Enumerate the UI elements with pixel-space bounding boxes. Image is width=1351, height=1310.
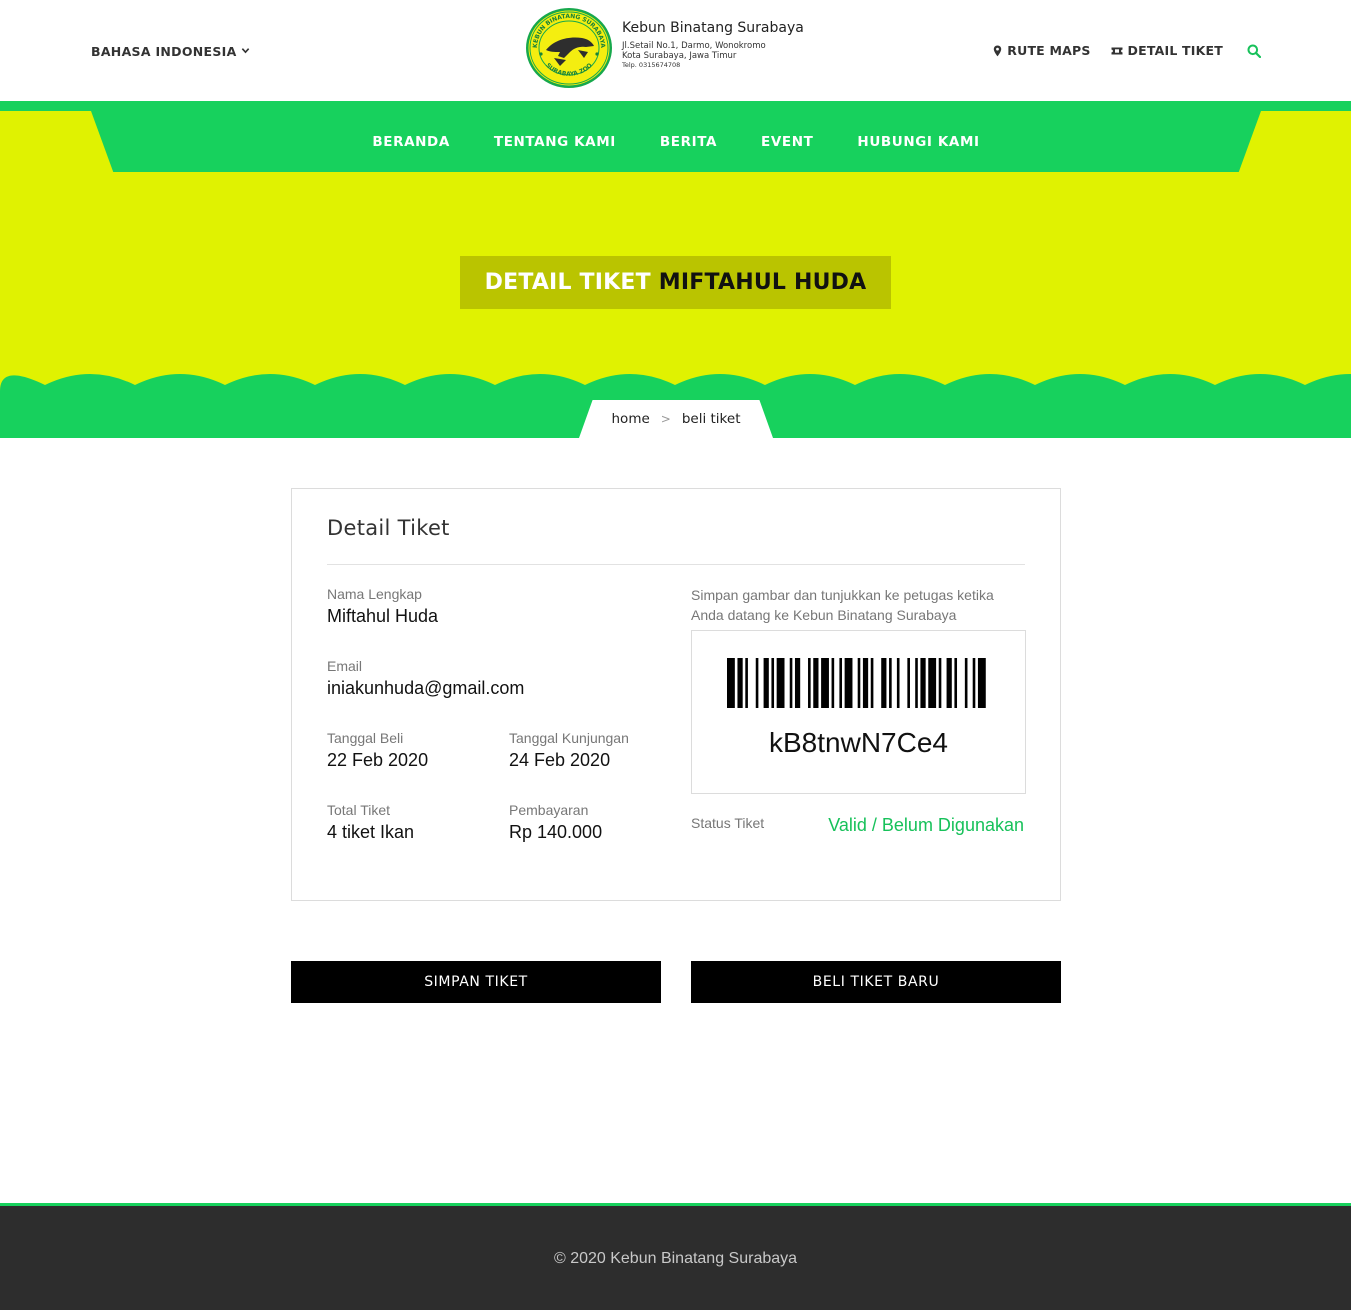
barcode-bar — [839, 658, 843, 708]
payment-label: Pembayaran — [509, 802, 589, 818]
footer-copyright: © 2020 Kebun Binatang Surabaya — [553, 1249, 798, 1267]
status-label: Status Tiket — [691, 815, 765, 831]
ticket-icon — [1111, 47, 1123, 54]
barcode-bar — [821, 658, 829, 708]
logo-address-line1: Jl.Setail No.1, Darmo, Wonokromo — [622, 41, 766, 51]
barcode-bar — [727, 658, 735, 708]
barcode-bar — [938, 658, 942, 708]
barcode-bar — [808, 658, 811, 708]
name-value: Miftahul Huda — [327, 606, 439, 626]
breadcrumb: home > beli tiket — [579, 400, 773, 438]
barcode-bar — [771, 658, 775, 708]
chevron-down-icon — [241, 46, 250, 58]
top-header: BAHASA INDONESIA KEBUN BINATANG SURABAYA… — [0, 0, 1351, 101]
detail-tiket-label: DETAIL TIKET — [1127, 43, 1223, 58]
barcode-image — [727, 658, 986, 708]
buy-new-ticket-button[interactable]: BELI TIKET BARU — [691, 961, 1061, 1003]
logo-address-line2: Kota Surabaya, Jawa Timur — [622, 51, 737, 61]
breadcrumb-current: beli tiket — [681, 411, 741, 427]
barcode-bar — [889, 658, 892, 708]
nav-item-berita[interactable]: BERITA — [660, 134, 717, 150]
field-name: Nama Lengkap Miftahul Huda — [327, 586, 438, 627]
field-visit-date: Tanggal Kunjungan 24 Feb 2020 — [509, 730, 629, 771]
barcode-bar — [776, 658, 785, 708]
email-label: Email — [327, 658, 363, 674]
language-selector[interactable]: BAHASA INDONESIA — [91, 44, 250, 59]
barcode-bar — [844, 658, 853, 708]
barcode-bar — [857, 658, 861, 708]
barcode-bar — [915, 658, 918, 708]
hero-banner: BERANDA TENTANG KAMI BERITA EVENT HUBUNG… — [0, 101, 1351, 438]
barcode-bar — [920, 658, 926, 708]
barcode-bar — [972, 658, 976, 708]
barcode-bar — [862, 658, 869, 708]
page-title-name: MIFTAHUL HUDA — [658, 270, 867, 295]
field-payment: Pembayaran Rp 140.000 — [509, 802, 602, 843]
rute-maps-label: RUTE MAPS — [1007, 43, 1091, 58]
page-title: DETAIL TIKET MIFTAHUL HUDA — [460, 256, 891, 309]
field-purchase-date: Tanggal Beli 22 Feb 2020 — [327, 730, 428, 771]
rute-maps-link[interactable]: RUTE MAPS — [993, 43, 1090, 58]
field-email: Email iniakunhuda@gmail.com — [327, 658, 524, 699]
breadcrumb-separator: > — [660, 412, 671, 426]
purchase-date-value: 22 Feb 2020 — [327, 750, 429, 770]
header-links: RUTE MAPS DETAIL TIKET — [993, 43, 1261, 58]
barcode-bar — [789, 658, 793, 708]
barcode-bar — [907, 658, 910, 708]
barcode-bar — [964, 658, 968, 708]
breadcrumb-home[interactable]: home — [612, 411, 650, 427]
barcode-bar — [977, 658, 986, 708]
name-label: Nama Lengkap — [327, 586, 422, 602]
site-logo[interactable]: KEBUN BINATANG SURABAYA SURABAYA ZOO Keb… — [524, 6, 804, 90]
barcode-bar — [813, 658, 819, 708]
main-nav: BERANDA TENTANG KAMI BERITA EVENT HUBUNG… — [91, 111, 1261, 172]
save-instruction: Simpan gambar dan tunjukkan ke petugas k… — [691, 587, 994, 623]
page-title-prefix: DETAIL TIKET — [484, 270, 651, 295]
barcode-bar — [794, 658, 801, 708]
language-label: BAHASA INDONESIA — [91, 44, 237, 59]
nav-item-beranda[interactable]: BERANDA — [372, 134, 450, 150]
barcode-bar — [745, 658, 748, 708]
nav-item-tentang-kami[interactable]: TENTANG KAMI — [494, 134, 616, 150]
barcode-bar — [870, 658, 874, 708]
barcode-bar — [928, 658, 937, 708]
barcode-bar — [737, 658, 743, 708]
purchase-date-label: Tanggal Beli — [327, 730, 404, 746]
visit-date-value: 24 Feb 2020 — [509, 750, 611, 770]
logo-phone: Telp. 0315674708 — [622, 61, 681, 69]
email-value: iniakunhuda@gmail.com — [327, 678, 525, 698]
zoo-logo-icon: KEBUN BINATANG SURABAYA SURABAYA ZOO — [526, 8, 612, 88]
search-icon[interactable] — [1247, 44, 1261, 58]
barcode-bar — [881, 658, 887, 708]
status-value: Valid / Belum Digunakan — [828, 815, 1024, 835]
payment-value: Rp 140.000 — [509, 822, 603, 842]
card-divider — [327, 564, 1025, 565]
ticket-card: Detail Tiket Nama Lengkap Miftahul Huda … — [291, 488, 1061, 901]
detail-tiket-link[interactable]: DETAIL TIKET — [1111, 43, 1223, 58]
footer: © 2020 Kebun Binatang Surabaya — [0, 1203, 1351, 1310]
barcode-box: kB8tnwN7Ce4 — [691, 630, 1026, 794]
total-label: Total Tiket — [327, 802, 391, 818]
field-total: Total Tiket 4 tiket Ikan — [327, 802, 414, 843]
total-value: 4 tiket Ikan — [327, 822, 415, 842]
nav-item-event[interactable]: EVENT — [761, 134, 813, 150]
nav-item-hubungi-kami[interactable]: HUBUNGI KAMI — [857, 134, 979, 150]
barcode-bar — [831, 658, 835, 708]
barcode-bar — [946, 658, 952, 708]
barcode-bar — [755, 658, 759, 708]
barcode-bar — [896, 658, 900, 708]
visit-date-label: Tanggal Kunjungan — [509, 730, 629, 746]
ticket-code: kB8tnwN7Ce4 — [769, 727, 948, 758]
nav-top-strip — [0, 101, 1351, 111]
map-pin-icon — [994, 45, 1002, 56]
save-ticket-button[interactable]: SIMPAN TIKET — [291, 961, 661, 1003]
barcode-bar — [763, 658, 769, 708]
logo-title: Kebun Binatang Surabaya — [622, 20, 804, 36]
card-title: Detail Tiket — [327, 516, 450, 540]
barcode-bar — [954, 658, 958, 708]
